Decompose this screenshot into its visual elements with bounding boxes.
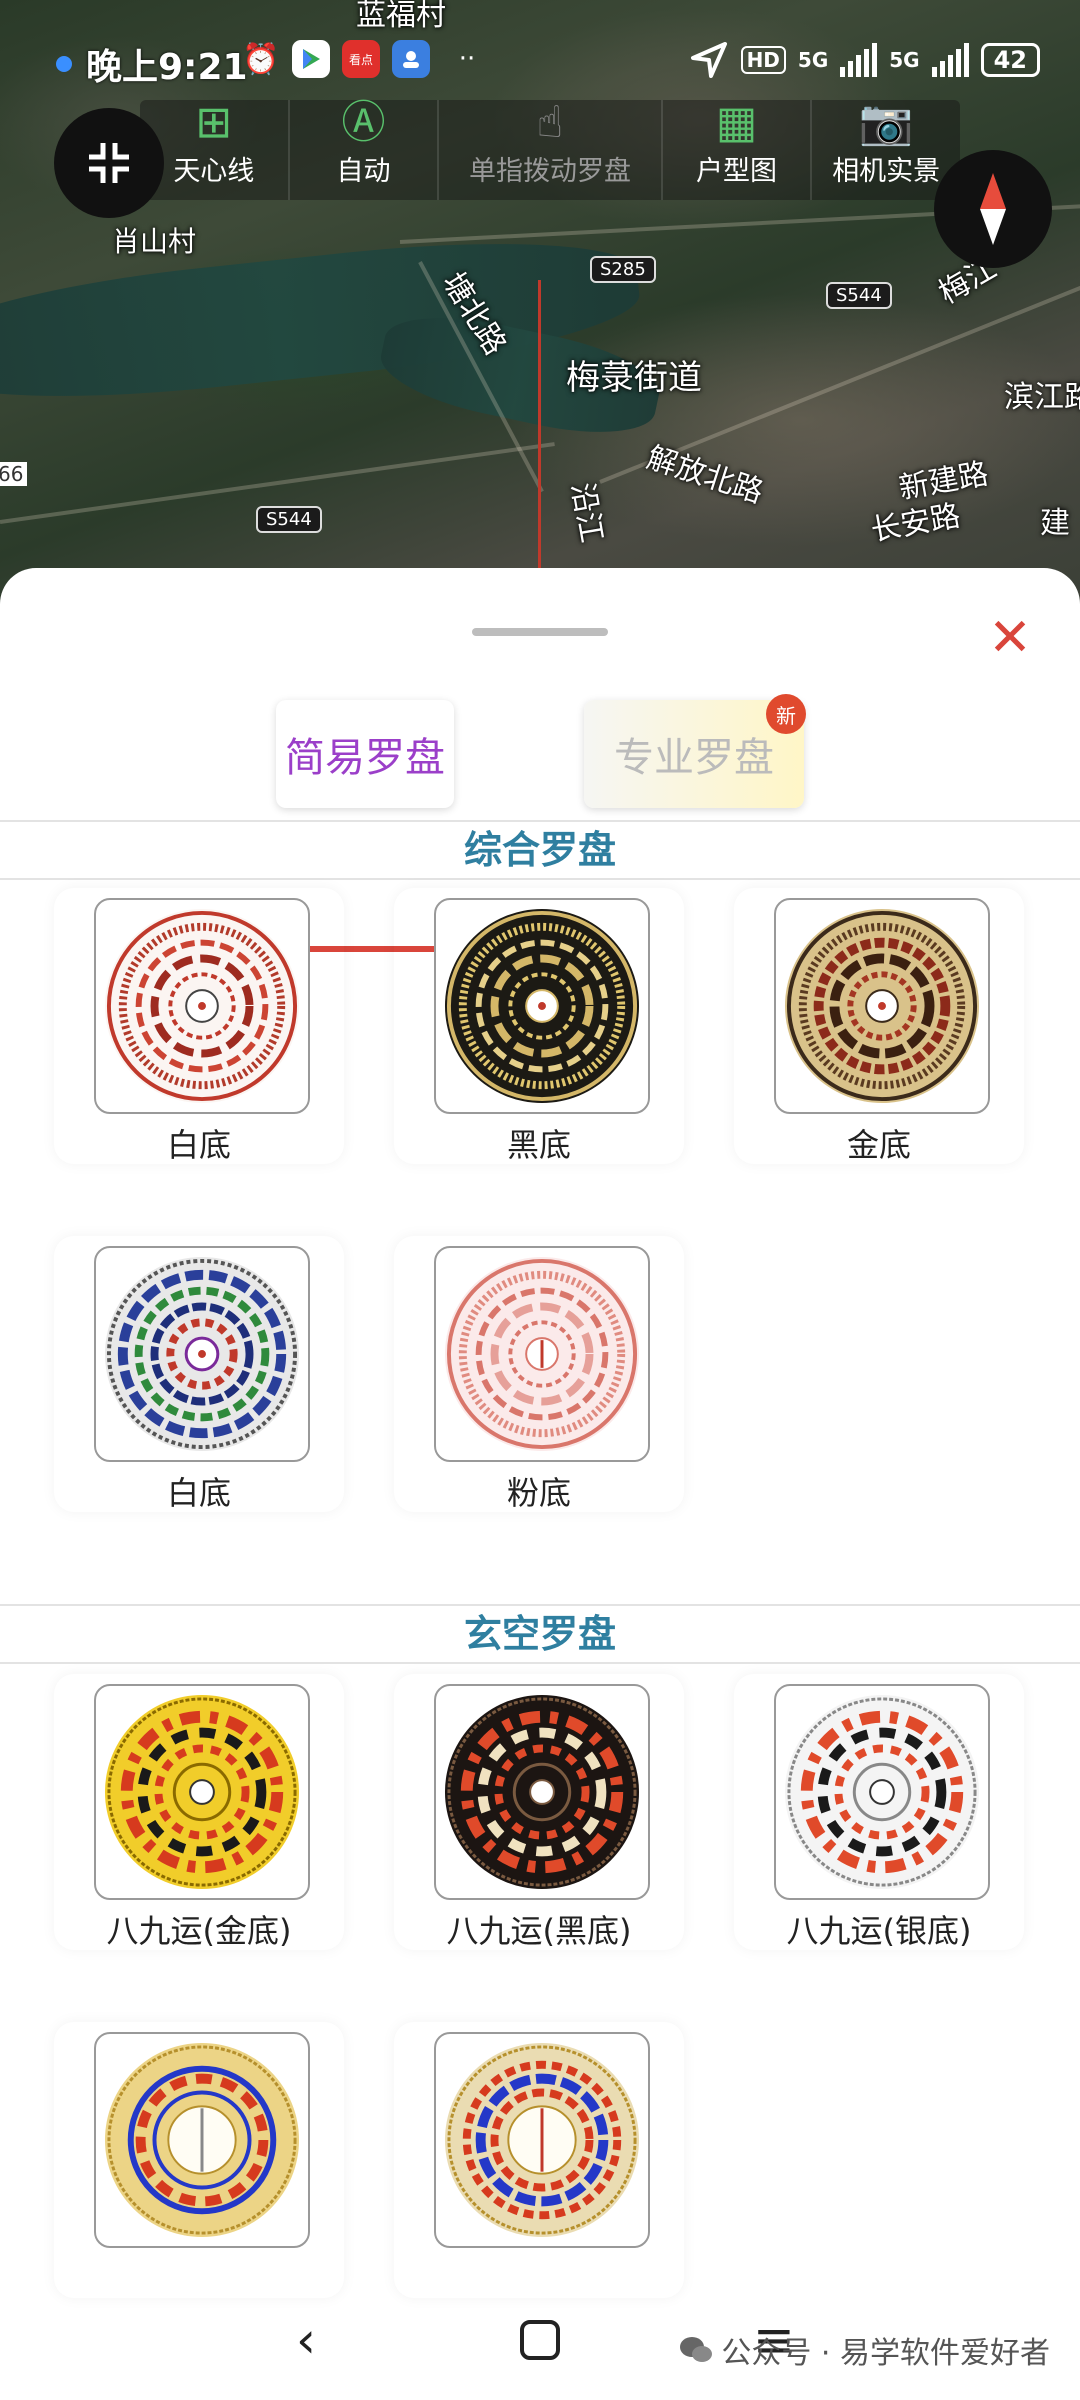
- tab-pro-compass[interactable]: 专业罗盘 新: [584, 694, 806, 808]
- section-title: 综合罗盘: [0, 820, 1080, 880]
- building-icon: ▦: [715, 97, 758, 148]
- network-label: 5G: [797, 48, 829, 72]
- watermark: 公众号 · 易学软件爱好者: [679, 2328, 1050, 2372]
- tool-label: 天心线: [173, 156, 255, 187]
- tool-label: 户型图: [696, 156, 778, 187]
- map-label: 解放北路: [642, 440, 768, 511]
- location-icon: [690, 42, 727, 78]
- status-right: HD 5G 5G 42: [689, 40, 1040, 80]
- close-icon[interactable]: ✕: [980, 608, 1040, 668]
- collapse-icon: [89, 143, 129, 183]
- tool-floor-plan[interactable]: ▦ 户型图: [663, 100, 813, 200]
- signal-icon-2: [931, 43, 969, 77]
- compass-thumbnail: [94, 1684, 310, 1900]
- tool-label: 相机实景: [832, 156, 941, 187]
- map-label: 66: [0, 462, 28, 486]
- compass-option-label: 白底: [166, 1126, 231, 1164]
- tab-label: 专业罗盘: [614, 735, 774, 781]
- section-title: 玄空罗盘: [0, 1604, 1080, 1664]
- compass-selector-sheet: ✕ 简易罗盘 专业罗盘 新 综合罗盘 白底 黑底 金底 白底 粉底 玄空罗盘 八…: [0, 568, 1080, 2400]
- new-badge: 新: [766, 694, 806, 734]
- compass-option[interactable]: [394, 2022, 684, 2298]
- tab-bar: 简易罗盘 专业罗盘 新: [0, 694, 1080, 952]
- map-toolbar: ⊞ 天心线 Ⓐ 自动 ☝ 单指拨动罗盘 ▦ 户型图 📷 相机实景: [140, 100, 960, 200]
- compass-option[interactable]: 八九运(银底): [734, 1674, 1024, 1950]
- app-notification-icon: 看点: [342, 40, 380, 78]
- compass-option[interactable]: 粉底: [394, 1236, 684, 1512]
- collapse-button[interactable]: [54, 108, 164, 218]
- tool-single-finger-rotate[interactable]: ☝ 单指拨动罗盘: [439, 97, 663, 200]
- more-notifications-icon: ··: [458, 44, 476, 74]
- compass-thumbnail: [94, 2032, 310, 2248]
- compass-option-label: 金底: [846, 1126, 911, 1164]
- compass-option-label: 八九运(黑底): [446, 1912, 632, 1950]
- compass-thumbnail: [94, 898, 310, 1114]
- map-label: 滨江路: [1004, 380, 1080, 415]
- watermark-text: 公众号 · 易学软件爱好者: [721, 2336, 1050, 2371]
- compass-option-label: 八九运(银底): [786, 1912, 972, 1950]
- camera-icon: 📷: [858, 97, 914, 148]
- map-label: 建: [1040, 506, 1070, 541]
- road-shield: S544: [826, 282, 892, 309]
- compass-option[interactable]: 八九运(金底): [54, 1674, 344, 1950]
- alarm-icon: ⏰: [242, 41, 280, 77]
- tool-label: 单指拨动罗盘: [469, 156, 631, 187]
- hand-icon: ☝: [536, 97, 564, 148]
- road-shield: S285: [590, 256, 656, 283]
- tool-auto[interactable]: Ⓐ 自动: [290, 100, 440, 200]
- auto-icon: Ⓐ: [341, 97, 386, 148]
- tool-label: 自动: [336, 156, 391, 187]
- compass-option[interactable]: 八九运(黑底): [394, 1674, 684, 1950]
- grid-icon: ⊞: [195, 97, 233, 148]
- compass-thumbnail: [434, 2032, 650, 2248]
- compass-needle-icon: [980, 173, 1006, 245]
- signal-icon: [840, 43, 878, 77]
- compass-thumbnail: [434, 898, 650, 1114]
- compass-option-label: 八九运(金底): [106, 1912, 292, 1950]
- network-label-2: 5G: [889, 48, 920, 72]
- map-label: 肖山村: [112, 225, 197, 258]
- compass-option[interactable]: 金底: [734, 888, 1024, 1164]
- contacts-icon: [392, 40, 430, 78]
- tab-simple-compass[interactable]: 简易罗盘: [276, 700, 454, 808]
- hd-badge: HD: [740, 46, 786, 74]
- compass-option-label: 粉底: [506, 1474, 571, 1512]
- play-store-icon: [292, 40, 330, 78]
- map-label: 梅菉街道: [566, 358, 702, 398]
- compass-option[interactable]: 白底: [54, 888, 344, 1164]
- compass-button[interactable]: [934, 150, 1052, 268]
- back-icon[interactable]: ‹: [266, 2300, 346, 2380]
- compass-option-label: 黑底: [506, 1126, 571, 1164]
- map-label: 沿江: [564, 480, 609, 546]
- compass-thumbnail: [774, 1684, 990, 1900]
- notification-dot: [56, 56, 72, 72]
- map-label: 长安路: [868, 498, 963, 549]
- sheet-drag-handle[interactable]: [472, 628, 608, 636]
- compass-option-label: 白底: [166, 1474, 231, 1512]
- compass-option[interactable]: 白底: [54, 1236, 344, 1512]
- tab-label: 简易罗盘: [285, 735, 445, 781]
- compass-thumbnail: [434, 1246, 650, 1462]
- road-shield: S544: [256, 506, 322, 533]
- wechat-icon: [680, 2337, 713, 2362]
- compass-thumbnail: [434, 1684, 650, 1900]
- battery-indicator: 42: [980, 43, 1040, 77]
- status-bar: 晚上9:21 ⏰ 看点 ·· HD 5G 5G 42: [0, 0, 1080, 95]
- status-time: 晚上9:21: [86, 47, 248, 88]
- compass-thumbnail: [94, 1246, 310, 1462]
- compass-thumbnail: [774, 898, 990, 1114]
- home-icon[interactable]: [500, 2300, 580, 2380]
- compass-option[interactable]: [54, 2022, 344, 2298]
- compass-option[interactable]: 黑底: [394, 888, 684, 1164]
